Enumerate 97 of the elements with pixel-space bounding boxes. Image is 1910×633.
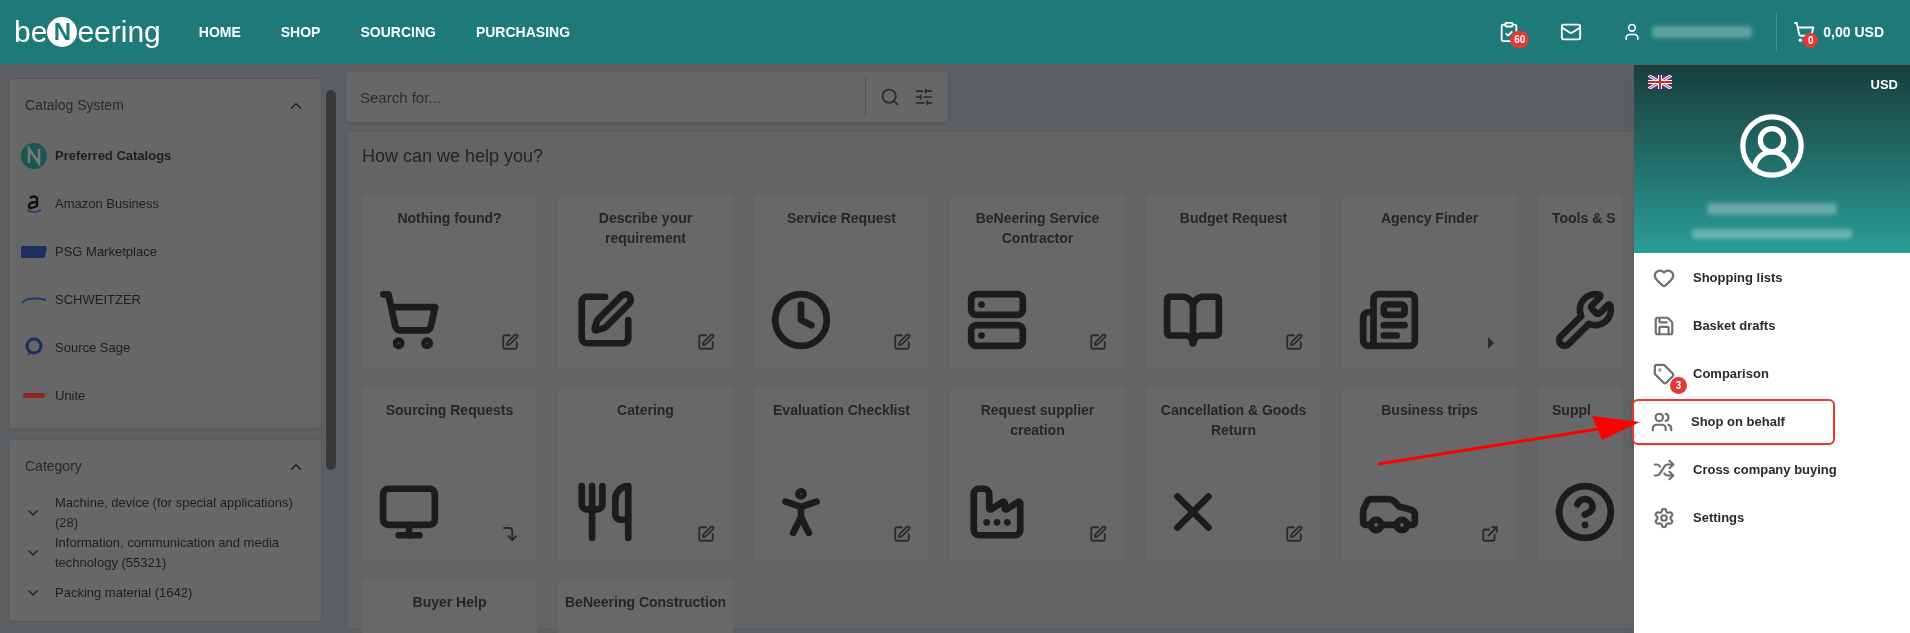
catalog-logo-icon xyxy=(21,143,47,169)
catalog-item[interactable]: Unite xyxy=(17,372,313,420)
service-tile[interactable]: Describe your requirement xyxy=(558,194,733,369)
menu-item[interactable]: 3 Comparison xyxy=(1634,351,1910,397)
menu-item[interactable]: Settings xyxy=(1634,495,1910,541)
panel-title: Catalog System xyxy=(25,96,124,115)
search-icon[interactable] xyxy=(880,87,900,107)
category-item[interactable]: Packing material (1642) xyxy=(17,573,313,613)
tile-title: Buyer Help xyxy=(411,593,488,612)
service-tile[interactable]: Buyer Help xyxy=(362,578,537,633)
edit-icon[interactable] xyxy=(697,333,715,351)
mail-icon[interactable] xyxy=(1560,21,1583,43)
panel-title: Category xyxy=(25,457,82,476)
question-icon xyxy=(1554,481,1616,543)
nav-link[interactable]: HOME xyxy=(198,21,241,43)
service-tile[interactable]: Catering xyxy=(558,386,733,561)
service-tile[interactable]: Agency Finder xyxy=(1342,194,1517,369)
service-tile[interactable]: Suppl xyxy=(1538,386,1623,561)
catalog-logo-icon xyxy=(21,296,47,304)
catalog-item[interactable]: Source Sage xyxy=(17,324,313,372)
nav-link[interactable]: SOURCING xyxy=(360,21,436,43)
settings-icon xyxy=(1653,507,1675,529)
service-tile[interactable]: BeNeering Construction xyxy=(558,578,733,633)
menu-item[interactable]: Shopping lists xyxy=(1634,255,1910,301)
edit-icon[interactable] xyxy=(893,525,911,543)
server-icon xyxy=(966,289,1028,351)
count-badge: 3 xyxy=(1670,377,1687,394)
nav-link[interactable]: PURCHASING xyxy=(475,21,571,43)
tile-title: Evaluation Checklist xyxy=(772,401,911,420)
wrench-icon xyxy=(1554,289,1616,351)
tile-title: Describe your requirement xyxy=(597,209,694,248)
tile-title: Tools & S xyxy=(1552,209,1617,228)
nav-link[interactable]: SHOP xyxy=(280,21,321,43)
caret-icon[interactable] xyxy=(1487,337,1495,349)
catalog-logo-icon xyxy=(22,391,46,401)
edit-icon[interactable] xyxy=(697,525,715,543)
tile-title: BeNeering Service Contractor xyxy=(974,209,1101,248)
service-tile[interactable]: Service Request xyxy=(754,194,929,369)
tile-title: Cancellation & Goods Return xyxy=(1159,401,1308,440)
save-icon xyxy=(1653,315,1675,337)
search-field[interactable]: Search for... xyxy=(346,77,865,117)
external-link-icon[interactable] xyxy=(1481,525,1499,543)
service-tile[interactable]: Evaluation Checklist xyxy=(754,386,929,561)
menu-item[interactable]: Basket drafts xyxy=(1634,303,1910,349)
tile-title: Sourcing Requests xyxy=(384,401,515,420)
heart-icon xyxy=(1653,267,1675,289)
menu-item[interactable]: Cross company buying xyxy=(1634,447,1910,493)
category-item[interactable]: Machine, device (for special applications) (28) xyxy=(17,493,313,533)
search-bar[interactable]: Search for... xyxy=(346,72,948,122)
menu-item[interactable]: Shop on behalf xyxy=(1632,399,1835,445)
tile-title: Catering xyxy=(616,401,675,420)
logo[interactable]: be N eering xyxy=(14,17,161,47)
cart-badge: 0 xyxy=(1803,33,1819,48)
users-icon xyxy=(1651,411,1673,433)
tag-icon xyxy=(1653,363,1675,385)
service-tile[interactable]: Cancellation & Goods Return xyxy=(1146,386,1321,561)
blurred-user-name[interactable] xyxy=(1652,26,1753,38)
catalog-item[interactable]: Preferred Catalogs xyxy=(17,132,313,180)
arrow-down-icon[interactable] xyxy=(501,525,519,543)
edit-icon[interactable] xyxy=(893,333,911,351)
avatar-icon xyxy=(1737,111,1807,181)
tile-title: Request supplier creation xyxy=(979,401,1096,440)
service-tile[interactable]: BeNeering Service Contractor xyxy=(950,194,1125,369)
filter-icon[interactable] xyxy=(914,87,934,107)
edit-icon[interactable] xyxy=(1285,525,1303,543)
edit-icon[interactable] xyxy=(1089,525,1107,543)
tile-title: Budget Request xyxy=(1178,209,1289,228)
scrollbar[interactable] xyxy=(326,90,336,470)
edit-icon[interactable] xyxy=(501,333,519,351)
shuffle-icon xyxy=(1653,459,1675,481)
newspaper-icon xyxy=(1358,289,1420,351)
uk-flag-icon[interactable] xyxy=(1648,75,1672,89)
catalog-item[interactable]: Amazon Business xyxy=(17,180,313,228)
service-tile[interactable]: Request supplier creation xyxy=(950,386,1125,561)
tile-title: BeNeering Construction xyxy=(564,593,727,612)
service-tile[interactable]: Budget Request xyxy=(1146,194,1321,369)
panel-title: How can we help you? xyxy=(362,145,545,168)
service-tile[interactable]: Sourcing Requests xyxy=(362,386,537,561)
service-tile[interactable]: Tools & S xyxy=(1538,194,1623,369)
tile-title: Agency Finder xyxy=(1379,209,1480,228)
service-tile[interactable]: Business trips xyxy=(1342,386,1517,561)
catalog-logo-icon xyxy=(21,246,47,258)
catalog-item[interactable]: SCHWEITZER xyxy=(17,276,313,324)
cart-total[interactable]: 0,00 USD xyxy=(1823,21,1884,43)
tile-title: Business trips xyxy=(1380,401,1479,420)
currency-label[interactable]: USD xyxy=(1870,75,1898,95)
service-tile[interactable]: Nothing found? xyxy=(362,194,537,369)
notification-badge: 60 xyxy=(1510,31,1530,48)
clock-icon xyxy=(770,289,832,351)
tile-title: Suppl xyxy=(1552,401,1592,420)
category-item[interactable]: Information, communication and media technology (55321) xyxy=(17,533,313,573)
cart-icon xyxy=(378,289,440,351)
tile-title: Nothing found? xyxy=(396,209,503,228)
edit-icon[interactable] xyxy=(1285,333,1303,351)
edit-icon[interactable] xyxy=(1089,333,1107,351)
tile-title: Service Request xyxy=(786,209,897,228)
catalog-item[interactable]: PSG Marketplace xyxy=(17,228,313,276)
